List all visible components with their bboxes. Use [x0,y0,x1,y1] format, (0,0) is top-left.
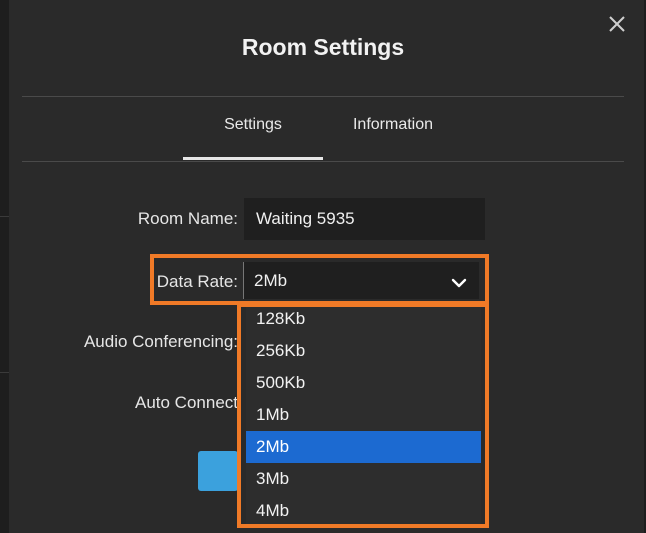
chevron-down-icon [451,274,467,288]
room-name-label: Room Name: [137,209,238,228]
title-divider [22,96,624,97]
active-tab-indicator [183,157,323,160]
backdrop-divider [0,372,9,373]
tabs-divider [22,161,624,162]
dropdown-highlight [237,303,489,528]
backdrop-divider [0,216,9,217]
data-rate-selected-value: 2Mb [254,270,288,290]
tab-information[interactable]: Information [323,116,463,160]
data-rate-label: Data Rate: [156,272,238,291]
tab-settings-label: Settings [224,116,282,133]
data-rate-select[interactable]: 2Mb [243,262,479,299]
tab-information-label: Information [352,116,434,133]
dialog-title: Room Settings [241,34,405,60]
audio-conferencing-label: Audio Conferencing: [83,332,238,351]
tab-settings[interactable]: Settings [183,116,323,160]
close-icon[interactable] [606,13,628,35]
room-name-input[interactable]: Waiting 5935 [244,198,485,240]
auto-connect-label: Auto Connect [134,393,238,412]
backdrop-left-edge [0,0,9,533]
save-button[interactable] [198,451,238,491]
